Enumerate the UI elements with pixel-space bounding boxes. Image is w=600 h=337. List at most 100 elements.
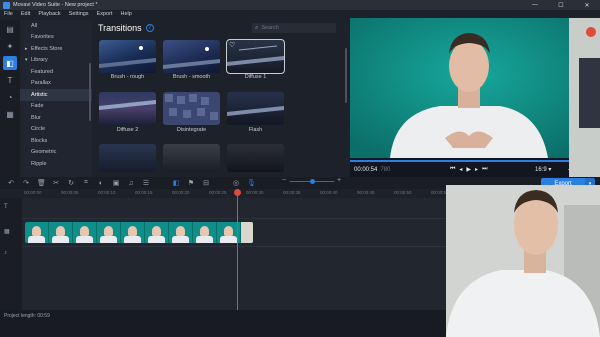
ruler-tick: 00:00:30 bbox=[246, 190, 264, 195]
skip-end-icon[interactable]: ⏭ bbox=[482, 166, 487, 173]
crop-icon[interactable]: ⌗ bbox=[82, 179, 90, 187]
transition-thumb[interactable] bbox=[227, 144, 284, 172]
zoom-in-icon[interactable]: + bbox=[337, 177, 341, 184]
category-featured[interactable]: Featured bbox=[20, 66, 92, 78]
clip-frame bbox=[97, 222, 121, 243]
window-controls: — ☐ ✕ bbox=[522, 0, 600, 10]
more-tools-icon[interactable]: ▦ bbox=[3, 107, 17, 121]
category-circle[interactable]: Circle bbox=[20, 124, 92, 136]
audio-icon[interactable]: ♫ bbox=[127, 180, 135, 187]
ruler-tick: 00:00:35 bbox=[283, 190, 301, 195]
clip-frame bbox=[25, 222, 49, 243]
transition-label: Diffuse 1 bbox=[244, 74, 267, 80]
clip-frame bbox=[145, 222, 169, 243]
ruler-tick: 00:00:10 bbox=[98, 190, 116, 195]
category-parallax[interactable]: Parallax bbox=[20, 78, 92, 90]
stabilize-icon[interactable]: ▣ bbox=[112, 179, 120, 187]
markers-icon[interactable]: ⚑ bbox=[187, 179, 195, 187]
properties-icon[interactable]: ☰ bbox=[142, 179, 150, 187]
tool-rail: ▤ ✦ ◧ T ◔ ▦ bbox=[0, 20, 20, 177]
undo-icon[interactable]: ↶ bbox=[7, 179, 15, 187]
menu-edit[interactable]: Edit bbox=[21, 11, 30, 17]
menu-playback[interactable]: Playback bbox=[38, 11, 60, 17]
maximize-button[interactable]: ☐ bbox=[548, 0, 574, 10]
transitions-icon[interactable]: ◧ bbox=[3, 56, 17, 70]
playhead[interactable] bbox=[234, 189, 241, 310]
zoom-slider[interactable] bbox=[290, 179, 334, 184]
transition-wizard-icon[interactable]: ◧ bbox=[172, 179, 180, 187]
menu-bar: File Edit Playback Settings Export Help bbox=[0, 10, 350, 18]
delete-icon[interactable]: 🗑 bbox=[37, 179, 46, 187]
audio-track-icon: ♪ bbox=[4, 250, 7, 256]
skip-start-icon[interactable]: ⏮ bbox=[450, 166, 455, 173]
webcam-overlay bbox=[446, 185, 600, 337]
transition-thumb[interactable] bbox=[163, 92, 220, 125]
category-favorites[interactable]: Favorites bbox=[20, 32, 92, 44]
title-track-icon: T bbox=[4, 204, 8, 210]
category-geometric[interactable]: Geometric bbox=[20, 147, 92, 159]
transition-thumb[interactable] bbox=[99, 40, 156, 73]
step-back-icon[interactable]: ◂ bbox=[459, 166, 462, 173]
aspect-ratio-select[interactable]: 16:9 ▾ bbox=[535, 166, 551, 173]
menu-export[interactable]: Export bbox=[97, 11, 113, 17]
playhead-handle[interactable] bbox=[234, 189, 241, 196]
player-controls: 00:00:54 780 ⏮ ◂ ▶ ▸ ⏭ 16:9 ▾ ◀ ◉ ⤢ bbox=[350, 164, 600, 176]
heart-icon[interactable]: ♡ bbox=[229, 41, 235, 49]
cut-icon[interactable]: ✂ bbox=[52, 179, 60, 187]
transition-label: Disintegrate bbox=[176, 127, 207, 133]
transition-thumb[interactable] bbox=[163, 40, 220, 73]
category-panel: All Favorites Effects Store Library Feat… bbox=[20, 20, 92, 177]
record-icon[interactable]: ◎ bbox=[232, 179, 240, 187]
zoom-out-icon[interactable]: − bbox=[282, 177, 286, 184]
category-artistic[interactable]: Artistic bbox=[20, 89, 92, 101]
category-blocks[interactable]: Blocks bbox=[20, 135, 92, 147]
video-clip[interactable] bbox=[25, 222, 253, 243]
help-icon[interactable]: ? bbox=[145, 24, 154, 32]
project-length: Project length: 00:59 bbox=[4, 313, 50, 319]
color-adjust-icon[interactable]: ◐ bbox=[97, 180, 105, 187]
video-track-icon: ▦ bbox=[4, 229, 10, 235]
seek-bar[interactable] bbox=[350, 158, 589, 164]
minimize-button[interactable]: — bbox=[522, 0, 548, 10]
video-frame bbox=[350, 18, 589, 158]
import-icon[interactable]: ▤ bbox=[3, 22, 17, 36]
category-effects-store[interactable]: Effects Store bbox=[20, 43, 92, 55]
menu-settings[interactable]: Settings bbox=[69, 11, 89, 17]
zoom-handle[interactable] bbox=[310, 179, 315, 184]
menu-help[interactable]: Help bbox=[120, 11, 131, 17]
transition-thumb[interactable]: ♡ bbox=[226, 39, 285, 74]
redo-icon[interactable]: ↷ bbox=[22, 179, 30, 187]
category-all[interactable]: All bbox=[20, 20, 92, 32]
category-ripple[interactable]: Ripple bbox=[20, 158, 92, 170]
clip-frame bbox=[121, 222, 145, 243]
transition-label: Diffuse 2 bbox=[116, 127, 139, 133]
search-input[interactable] bbox=[261, 25, 330, 31]
menu-file[interactable]: File bbox=[4, 11, 13, 17]
close-button[interactable]: ✕ bbox=[574, 0, 600, 10]
background-scene bbox=[569, 18, 600, 178]
rotate-icon[interactable]: ↻ bbox=[67, 179, 75, 187]
split-icon[interactable]: ⊟ bbox=[202, 179, 210, 187]
transitions-scrollbar[interactable] bbox=[345, 48, 347, 103]
category-blur[interactable]: Blur bbox=[20, 112, 92, 124]
ruler-tick: 00:00:20 bbox=[172, 190, 190, 195]
category-fade[interactable]: Fade bbox=[20, 101, 92, 113]
transitions-panel: Transitions ? ⌕ Brush - rough Brush - sm… bbox=[92, 20, 350, 177]
clip-frame bbox=[169, 222, 193, 243]
category-scrollbar[interactable] bbox=[89, 63, 91, 121]
play-icon[interactable]: ▶ bbox=[466, 166, 471, 173]
clip-frame bbox=[193, 222, 217, 243]
timecode-frames: 780 bbox=[380, 167, 391, 173]
transition-thumb[interactable] bbox=[163, 144, 220, 172]
transition-thumb[interactable] bbox=[99, 92, 156, 125]
microphone-icon[interactable]: 🎙 bbox=[247, 179, 256, 187]
filters-icon[interactable]: ✦ bbox=[3, 39, 17, 53]
titles-icon[interactable]: T bbox=[3, 73, 17, 87]
stickers-icon[interactable]: ◔ bbox=[3, 90, 17, 104]
step-forward-icon[interactable]: ▸ bbox=[475, 166, 478, 173]
category-library[interactable]: Library bbox=[20, 55, 92, 67]
app-logo-icon bbox=[3, 1, 10, 9]
seek-fill bbox=[350, 160, 580, 162]
transition-thumb[interactable] bbox=[227, 92, 284, 125]
transition-thumb[interactable] bbox=[99, 144, 156, 172]
